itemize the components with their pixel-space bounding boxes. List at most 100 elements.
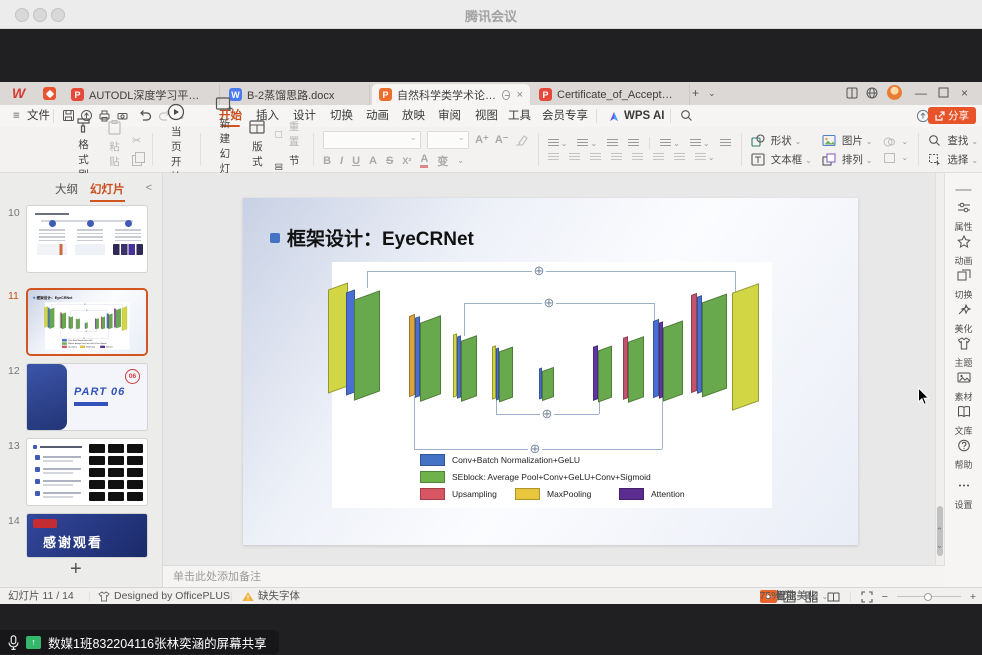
slide-editor[interactable]: 框架设计：EyeCRNet⊕⊕⊕⊕Conv+Batch Normalizatio… xyxy=(243,198,858,545)
font-family-combo[interactable] xyxy=(323,131,421,149)
font-color-button[interactable]: A xyxy=(420,153,428,168)
slide-thumbnail[interactable] xyxy=(26,438,148,506)
sidebar-tool-assets[interactable]: 素材 xyxy=(945,371,982,403)
menu-4[interactable]: 切换 xyxy=(330,105,353,127)
window-restore-button[interactable] xyxy=(938,87,949,101)
docer-icon[interactable] xyxy=(43,87,56,100)
merge-shapes-button[interactable]: ⌄ xyxy=(883,136,909,148)
align-top-button[interactable] xyxy=(653,153,664,162)
slide-thumbnail[interactable]: PART 0606 xyxy=(26,363,148,431)
tab-slides[interactable]: 幻灯片 xyxy=(90,181,125,202)
zoom-slider-thumb[interactable] xyxy=(924,593,932,601)
tab-list-chevron[interactable]: ⌄ xyxy=(708,86,716,100)
align-left-button[interactable] xyxy=(548,153,559,162)
sidebar-tool-settings[interactable]: 设置 xyxy=(945,479,982,511)
sidebar-tool-beautify[interactable]: 美化 xyxy=(945,303,982,335)
officeplus-credit[interactable]: Designed by OfficePLUS xyxy=(98,588,230,604)
paragraph-more-button[interactable]: ⌄ xyxy=(695,153,715,162)
zoom-level[interactable]: 75%⌄ xyxy=(760,588,792,604)
shapes-button[interactable]: 形状 ⌄ xyxy=(751,133,812,148)
align-right-button[interactable] xyxy=(590,153,601,162)
collapse-panel-icon[interactable]: < xyxy=(146,182,152,194)
superscript-button[interactable]: X² xyxy=(402,156,411,166)
font-size-combo[interactable] xyxy=(427,131,469,149)
slide-size-button[interactable]: ⌄ xyxy=(883,152,909,164)
arrange-button[interactable]: 排列 ⌄ xyxy=(822,152,873,167)
notes-input[interactable]: 单击此处添加备注 xyxy=(163,565,945,587)
textbox-button[interactable]: 文本框 ⌄ xyxy=(751,152,812,167)
slide-thumbnail[interactable] xyxy=(26,205,148,273)
collapse-rightbar-icon[interactable]: — xyxy=(945,181,982,199)
cut-icon[interactable]: ✂ xyxy=(132,134,142,147)
document-tab[interactable]: WB-2蒸馏思路.docx xyxy=(222,84,370,105)
reset-slide-button[interactable]: 重置 xyxy=(275,119,303,149)
new-tab-button[interactable]: + xyxy=(692,86,699,100)
wps-logo[interactable]: W xyxy=(12,85,24,101)
copy-icon[interactable] xyxy=(132,155,142,166)
decrease-indent-button[interactable] xyxy=(607,139,618,148)
sidebar-tool-library[interactable]: 文库 xyxy=(945,405,982,437)
fit-slide-icon[interactable] xyxy=(861,591,873,603)
increase-font-button[interactable]: A⁺ xyxy=(475,133,489,146)
slide-layout-button[interactable]: 版式 ⌄ xyxy=(243,119,271,181)
file-menu[interactable]: 文件 xyxy=(27,105,50,127)
sidebar-tool-star[interactable]: 动画 xyxy=(945,235,982,267)
columns-button[interactable]: ⌄ xyxy=(660,139,680,148)
globe-icon[interactable] xyxy=(866,87,878,102)
document-tab[interactable]: PCertificate_of_Acceptance_of_SPM xyxy=(532,84,690,105)
account-avatar[interactable] xyxy=(887,85,902,100)
missing-font-warning[interactable]: 缺失字体 xyxy=(242,588,300,604)
menu-10[interactable]: 会员专享 xyxy=(542,105,588,127)
decrease-font-button[interactable]: A⁻ xyxy=(495,133,509,146)
menu-7[interactable]: 审阅 xyxy=(438,105,461,127)
add-slide-button[interactable]: + xyxy=(70,558,82,581)
strikethrough-button[interactable]: S xyxy=(386,155,393,167)
distribute-button[interactable] xyxy=(632,153,643,162)
window-close-button[interactable]: × xyxy=(961,86,968,100)
zoom-in-button[interactable]: + xyxy=(970,591,976,603)
char-spacing-button[interactable]: A xyxy=(369,155,377,167)
find-button[interactable]: 查找 ⌄ xyxy=(928,133,978,148)
zoom-slider[interactable] xyxy=(897,596,961,597)
tab-close-icon[interactable]: × xyxy=(517,89,523,101)
align-center-button[interactable] xyxy=(569,153,580,162)
search-icon[interactable] xyxy=(680,109,694,123)
sidebar-tool-sliders[interactable]: 属性 xyxy=(945,201,982,233)
share-button[interactable]: 分享 xyxy=(928,107,976,124)
wps-ai-menu[interactable]: WPS AI xyxy=(624,105,664,127)
select-button[interactable]: 选择 ⌄ xyxy=(928,152,978,167)
clear-format-icon[interactable] xyxy=(515,134,528,146)
bold-button[interactable]: B xyxy=(323,155,331,167)
document-tab[interactable]: PAUTODL深度学习平台操作指南.pdf xyxy=(64,84,220,105)
bullets-button[interactable]: ⌄ xyxy=(548,139,568,148)
underline-button[interactable]: U xyxy=(352,155,360,167)
sidebar-tool-theme[interactable]: 主题 xyxy=(945,337,982,369)
menu-8[interactable]: 视图 xyxy=(475,105,498,127)
line-spacing-button[interactable]: ⌄ xyxy=(690,139,710,148)
tab-outline[interactable]: 大纲 xyxy=(55,181,78,197)
document-tab[interactable]: P自然科学类学术论文+EyeCRN× xyxy=(372,84,530,105)
menu-5[interactable]: 动画 xyxy=(366,105,389,127)
zoom-out-button[interactable]: − xyxy=(882,591,888,603)
split-view-icon[interactable] xyxy=(846,87,858,102)
slide-canvas[interactable]: 框架设计：EyeCRNet⊕⊕⊕⊕Conv+Batch Normalizatio… xyxy=(163,173,935,565)
sidebar-tool-transition[interactable]: 切换 xyxy=(945,269,982,301)
align-middle-button[interactable] xyxy=(674,153,685,162)
menu-6[interactable]: 放映 xyxy=(402,105,425,127)
italic-button[interactable]: I xyxy=(340,155,343,167)
picture-button[interactable]: 图片 ⌄ xyxy=(822,133,873,148)
window-minimize-button[interactable]: — xyxy=(915,86,927,100)
sidebar-tool-help[interactable]: 帮助 xyxy=(945,439,982,471)
text-effect-button[interactable]: 变 xyxy=(437,153,448,169)
undo-icon[interactable] xyxy=(138,109,152,123)
menu-9[interactable]: 工具 xyxy=(508,105,531,127)
paste-button[interactable]: 粘贴 ⌄ xyxy=(101,119,128,181)
increase-indent-button[interactable] xyxy=(628,139,639,148)
numbering-button[interactable]: ⌄ xyxy=(577,139,597,148)
text-direction-button[interactable] xyxy=(720,139,731,148)
reading-view-icon[interactable] xyxy=(827,591,840,603)
justify-button[interactable] xyxy=(611,153,622,162)
slide-thumbnail[interactable]: 框架设计：EyeCRNet⊕⊕⊕⊕Conv+Batch Normalizatio… xyxy=(26,288,148,356)
slide-thumbnail[interactable]: 感谢观看 xyxy=(26,513,148,558)
file-hamburger-icon[interactable]: ≡ xyxy=(13,105,20,127)
